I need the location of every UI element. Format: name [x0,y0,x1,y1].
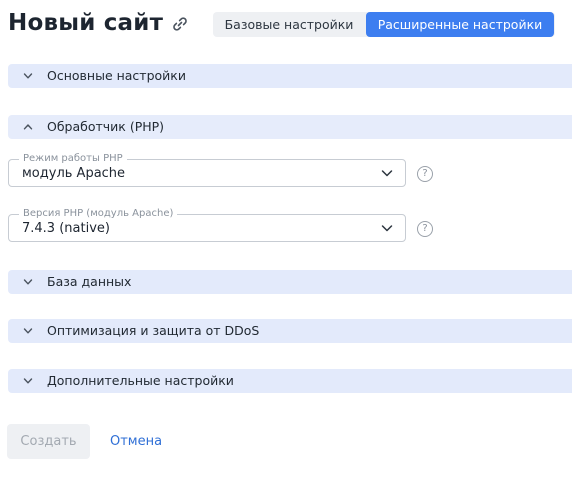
chevron-down-icon [23,73,33,79]
basic-settings-tab[interactable]: Базовые настройки [213,12,365,37]
cancel-link[interactable]: Отмена [110,424,162,459]
php-mode-select[interactable]: Режим работы PHP модуль Apache [8,152,406,187]
section-php-handler[interactable]: Обработчик (PHP) [8,115,572,139]
php-version-help-icon[interactable]: ? [417,221,433,237]
settings-mode-switch: Базовые настройки Расширенные настройки [213,12,555,37]
chevron-down-icon [23,328,33,334]
php-version-value: 7.4.3 (native) [22,221,110,236]
advanced-settings-tab[interactable]: Расширенные настройки [366,12,554,37]
section-main-settings[interactable]: Основные настройки [8,64,572,88]
chevron-up-icon [23,124,33,130]
chevron-down-icon [381,170,393,177]
section-extra-settings[interactable]: Дополнительные настройки [8,369,572,393]
section-extra-settings-label: Дополнительные настройки [47,373,234,388]
section-database[interactable]: База данных [8,270,572,294]
php-mode-label: Режим работы PHP [19,152,127,166]
section-ddos-protection[interactable]: Оптимизация и защита от DDoS [8,319,572,343]
page-title: Новый сайт [8,10,164,36]
link-icon[interactable] [171,15,189,33]
section-php-handler-label: Обработчик (PHP) [47,119,165,134]
chevron-down-icon [381,225,393,232]
new-site-page: Новый сайт Базовые настройки Расширенные… [0,0,572,477]
php-mode-value: модуль Apache [22,166,126,181]
create-button[interactable]: Создать [7,424,90,459]
section-main-settings-label: Основные настройки [47,68,186,83]
php-version-select[interactable]: Версия PHP (модуль Apache) 7.4.3 (native… [8,207,406,242]
chevron-down-icon [23,378,33,384]
chevron-down-icon [23,279,33,285]
section-database-label: База данных [47,274,132,289]
php-mode-help-icon[interactable]: ? [417,166,433,182]
php-version-label: Версия PHP (модуль Apache) [19,207,178,221]
section-ddos-protection-label: Оптимизация и защита от DDoS [47,323,260,338]
